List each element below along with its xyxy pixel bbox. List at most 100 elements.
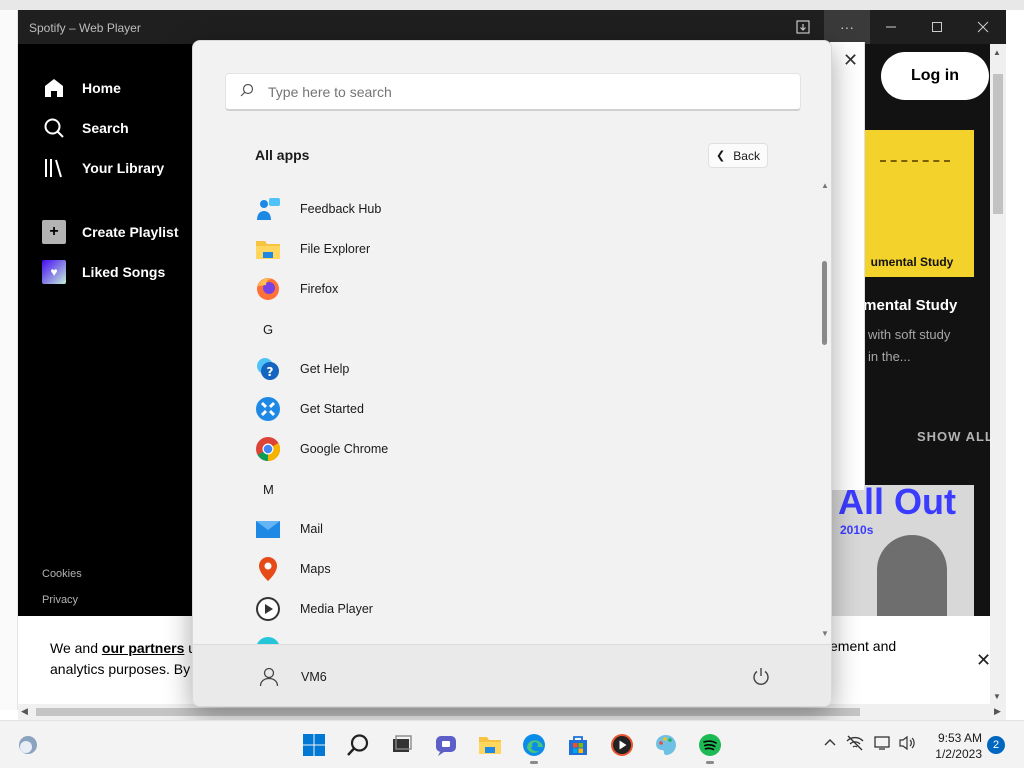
app-label: Firefox — [300, 282, 339, 296]
partners-link[interactable]: our partners — [102, 640, 184, 656]
user-name: VM6 — [301, 670, 327, 684]
task-view-icon[interactable] — [387, 730, 417, 760]
scroll-up-icon[interactable]: ▲ — [821, 181, 829, 190]
file-explorer-icon — [255, 236, 281, 262]
playlist-card-desc-line2: in the... — [868, 349, 911, 364]
background-browser-edge — [0, 10, 18, 710]
search-icon — [42, 116, 66, 140]
network-offline-icon[interactable] — [846, 735, 864, 754]
start-menu-footer: VM6 — [193, 644, 831, 706]
group-letter-g[interactable]: G — [263, 309, 273, 349]
chevron-up-icon[interactable] — [823, 735, 837, 752]
privacy-link[interactable]: Privacy — [42, 594, 78, 606]
taskbar-clock[interactable]: 9:53 AM 1/2/2023 — [928, 730, 982, 762]
start-search-input[interactable] — [268, 83, 768, 100]
all-out-card-image[interactable]: All Out 2010s — [832, 485, 974, 616]
horizontal-scrollbar-thumb[interactable] — [36, 708, 860, 716]
volume-icon[interactable] — [899, 735, 917, 754]
home-icon — [42, 76, 66, 100]
close-cookie-icon[interactable]: ✕ — [976, 650, 991, 671]
more-options-icon[interactable]: ··· — [824, 10, 870, 44]
start-menu: All apps ❮ Back Feedback Hub File Explor… — [192, 40, 832, 707]
chat-icon[interactable] — [431, 730, 461, 760]
scroll-right-icon[interactable]: ▶ — [994, 706, 1001, 717]
heart-icon: ♥ — [42, 260, 66, 284]
search-icon — [240, 83, 260, 101]
scroll-down-icon[interactable]: ▼ — [821, 629, 829, 638]
minimize-icon[interactable] — [868, 10, 914, 44]
app-label: Feedback Hub — [300, 202, 382, 216]
app-item-google-chrome[interactable]: Google Chrome — [255, 429, 795, 469]
power-icon[interactable] — [749, 665, 773, 689]
user-account-button[interactable]: VM6 — [257, 665, 327, 689]
cookie-text-right: ement and — [830, 638, 897, 654]
nav-search[interactable]: Search — [42, 116, 129, 140]
start-button-icon[interactable] — [299, 730, 329, 760]
all-out-subtitle: 2010s — [840, 523, 874, 537]
notification-badge[interactable]: 2 — [987, 736, 1005, 754]
close-panel-icon[interactable]: ✕ — [843, 50, 858, 71]
user-icon — [257, 665, 281, 689]
maximize-icon[interactable] — [914, 10, 960, 44]
app-item-partial[interactable] — [255, 629, 795, 644]
liked-songs-button[interactable]: ♥ Liked Songs — [42, 260, 165, 284]
start-menu-scrollbar-thumb[interactable] — [822, 261, 827, 345]
app-item-get-help[interactable]: ? Get Help — [255, 349, 795, 389]
app-item-maps[interactable]: Maps — [255, 549, 795, 589]
group-letter-m[interactable]: M — [263, 469, 274, 509]
nav-home[interactable]: Home — [42, 76, 121, 100]
nav-library-label: Your Library — [82, 160, 165, 176]
back-button[interactable]: ❮ Back — [708, 143, 768, 168]
edge-icon[interactable] — [519, 730, 549, 764]
store-icon[interactable] — [563, 730, 593, 760]
all-apps-list: Feedback Hub File Explorer Firefox G ? G… — [255, 189, 815, 644]
show-all-link[interactable]: SHOW ALL — [917, 429, 994, 444]
app-item-mail[interactable]: Mail — [255, 509, 795, 549]
app-item-media-player[interactable]: Media Player — [255, 589, 795, 629]
create-playlist-label: Create Playlist — [82, 224, 179, 240]
dialog-panel — [830, 42, 865, 490]
start-menu-scrollbar[interactable]: ▲ ▼ — [821, 181, 829, 641]
paint-icon[interactable] — [651, 730, 681, 760]
window-titlebar: Spotify – Web Player ··· — [18, 10, 1006, 44]
app-item-feedback-hub[interactable]: Feedback Hub — [255, 189, 795, 229]
nav-search-label: Search — [82, 120, 129, 136]
scroll-down-icon[interactable]: ▼ — [993, 692, 1001, 701]
weather-icon[interactable] — [13, 730, 43, 760]
display-icon[interactable] — [874, 735, 892, 754]
close-window-icon[interactable] — [960, 10, 1006, 44]
cookies-link[interactable]: Cookies — [42, 568, 82, 580]
running-indicator — [706, 761, 714, 764]
media-player-taskbar-icon[interactable] — [607, 730, 637, 760]
plus-icon: + — [42, 220, 66, 244]
app-label: Media Player — [300, 602, 373, 616]
vertical-scrollbar[interactable]: ▲ ▼ — [990, 44, 1006, 704]
playlist-card-title[interactable]: umental Study — [854, 297, 957, 314]
login-button[interactable]: Log in — [881, 52, 989, 100]
create-playlist-button[interactable]: + Create Playlist — [42, 220, 179, 244]
mail-icon — [255, 516, 281, 542]
app-item-get-started[interactable]: Get Started — [255, 389, 795, 429]
cookie-text-line2: analytics purposes. By — [50, 661, 191, 677]
nav-library[interactable]: Your Library — [42, 156, 164, 180]
start-search-box[interactable] — [225, 73, 801, 111]
spotify-taskbar-icon[interactable] — [695, 730, 725, 764]
all-out-title: All Out — [838, 485, 956, 522]
app-item-firefox[interactable]: Firefox — [255, 269, 795, 309]
app-item-file-explorer[interactable]: File Explorer — [255, 229, 795, 269]
app-label: File Explorer — [300, 242, 371, 256]
taskbar-search-icon[interactable] — [343, 730, 373, 760]
file-explorer-taskbar-icon[interactable] — [475, 730, 505, 760]
scroll-up-icon[interactable]: ▲ — [993, 48, 1001, 57]
maps-icon — [255, 556, 281, 582]
scroll-left-icon[interactable]: ◀ — [21, 706, 28, 717]
artist-photo — [877, 535, 947, 616]
window-title: Spotify – Web Player — [29, 21, 141, 35]
all-apps-heading: All apps — [255, 147, 310, 163]
app-install-icon[interactable] — [780, 10, 826, 44]
nav-home-label: Home — [82, 80, 121, 96]
clock-date: 1/2/2023 — [935, 747, 982, 761]
playlist-card-image[interactable]: umental Study — [850, 130, 974, 277]
app-label: Maps — [300, 562, 331, 576]
scrollbar-thumb[interactable] — [993, 74, 1003, 214]
